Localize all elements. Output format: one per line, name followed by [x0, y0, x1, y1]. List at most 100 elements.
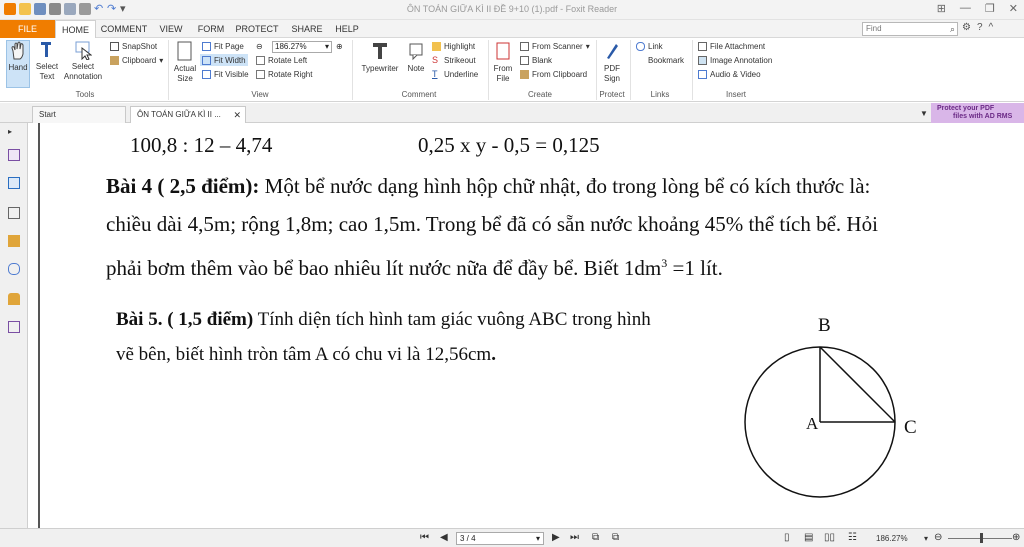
blank-button[interactable]: Blank [520, 54, 552, 66]
from-file-label-1: From [493, 64, 513, 73]
bookmark-label: Bookmark [648, 55, 685, 65]
label-b: B [818, 315, 831, 336]
zoom-select[interactable]: 186.27% ▾ [272, 41, 332, 53]
tab-view[interactable]: VIEW [155, 20, 187, 38]
tab-document[interactable]: ÔN TOÁN GIỮA KÌ II ... ✕ [130, 106, 246, 123]
zoom-slider-thumb[interactable] [980, 533, 983, 543]
tab-start[interactable]: Start [32, 106, 126, 123]
underline-button[interactable]: T Underline [432, 68, 478, 80]
layers-panel-icon[interactable] [8, 207, 20, 219]
tab-form[interactable]: FORM [195, 20, 227, 38]
minimize-button[interactable]: — [960, 2, 971, 15]
page-number-input[interactable]: 3 / 4 ▾ [456, 532, 544, 545]
fit-width-label: Fit Width [214, 55, 246, 65]
close-button[interactable]: ✕ [1009, 2, 1018, 15]
attachment-icon [698, 41, 707, 51]
hand-tool-button[interactable]: Hand [6, 40, 30, 88]
clipboard-icon [110, 55, 119, 65]
file-attachment-label: File Attachment [710, 41, 766, 51]
tab-share[interactable]: SHARE [288, 20, 326, 38]
segment-bc [819, 346, 896, 423]
tab-help[interactable]: HELP [332, 20, 362, 38]
search-icon[interactable]: ⌕ [950, 23, 955, 35]
strikeout-button[interactable]: S Strikeout [432, 54, 476, 66]
next-view-icon[interactable]: ⧉ [612, 532, 619, 543]
audio-video-button[interactable]: Audio & Video [698, 68, 761, 80]
highlight-label: Highlight [444, 41, 476, 51]
first-page-icon[interactable]: ⏮ [420, 532, 429, 543]
pdf-sign-button[interactable]: PDF Sign [598, 40, 626, 84]
tab-protect[interactable]: PROTECT [233, 20, 281, 38]
signature-panel-icon[interactable] [8, 321, 20, 333]
note-button[interactable]: Note [404, 40, 428, 74]
zoom-out-icon[interactable]: ⊖ [934, 532, 942, 543]
rotate-right-button[interactable]: Rotate Right [256, 68, 312, 80]
rotate-left-button[interactable]: Rotate Left [256, 54, 307, 66]
fit-page-button[interactable]: Fit Page [202, 40, 244, 52]
protect-banner[interactable]: Protect your PDF files with AD RMS [931, 103, 1024, 123]
previous-view-icon[interactable]: ⧉ [592, 532, 599, 543]
from-clipboard-button[interactable]: From Clipboard [520, 68, 587, 80]
snapshot-label: SnapShot [122, 41, 158, 51]
facing-page-icon[interactable]: ▯▯ [824, 532, 835, 543]
settings-icon[interactable]: ⚙ [962, 22, 971, 33]
note-label: Note [407, 64, 425, 73]
fit-width-button[interactable]: Fit Width [200, 54, 248, 66]
security-lock-icon[interactable] [8, 293, 20, 305]
zoom-out-icon[interactable]: ⊖ [256, 40, 263, 52]
maximize-button[interactable]: ❐ [985, 2, 995, 15]
help-icon[interactable]: ? [977, 22, 983, 33]
previous-page-icon[interactable]: ◀ [440, 532, 448, 543]
bai4-text-3b: =1 lít. [667, 256, 723, 280]
chevron-down-icon[interactable]: ▼ [920, 109, 928, 118]
ribbon-collapse-icon[interactable]: ^ [989, 22, 994, 33]
snapshot-button[interactable]: SnapShot [110, 40, 157, 52]
tab-comment[interactable]: COMMENT [100, 20, 148, 38]
next-page-icon[interactable]: ▶ [552, 532, 560, 543]
comments-panel-icon[interactable] [8, 235, 20, 247]
tab-file[interactable]: FILE [0, 20, 55, 38]
navigation-panel: ▸ [0, 123, 28, 528]
continuous-facing-icon[interactable]: ☷ [848, 532, 857, 543]
typewriter-label: Typewriter [361, 64, 399, 73]
chevron-down-icon[interactable]: ▾ [924, 534, 928, 543]
select-text-label-1: Select [35, 62, 59, 71]
single-page-icon[interactable]: ▯ [784, 532, 790, 543]
from-file-button[interactable]: From File [490, 40, 516, 84]
zoom-in-icon[interactable]: ⊕ [336, 40, 343, 52]
actual-size-button[interactable]: Actual Size [172, 40, 198, 84]
last-page-icon[interactable]: ⏭ [570, 532, 579, 543]
select-annotation-button[interactable]: Select Annotation [62, 40, 104, 82]
expand-panel-icon[interactable]: ▸ [8, 127, 20, 139]
link-button[interactable]: Link [636, 40, 663, 52]
find-input[interactable]: Find ⌕ [862, 22, 958, 36]
bookmark-panel-icon[interactable] [8, 149, 20, 161]
select-text-button[interactable]: Select Text [34, 40, 60, 82]
file-attachment-button[interactable]: File Attachment [698, 40, 765, 52]
group-label-view: View [251, 90, 269, 99]
continuous-page-icon[interactable]: ▤ [804, 532, 813, 543]
pages-panel-icon[interactable] [8, 177, 20, 189]
link-label: Link [648, 41, 663, 51]
close-tab-icon[interactable]: ✕ [233, 107, 241, 123]
fit-width-icon [202, 55, 211, 65]
bai5-line-2: vẽ bên, biết hình tròn tâm A có chu vi l… [116, 343, 496, 367]
bai4-text-3a: phải bơm thêm vào bể bao nhiêu lít nước … [106, 256, 662, 280]
window-title: ÔN TOÁN GIỮA KÌ II ĐỀ 9+10 (1).pdf - Fox… [406, 4, 618, 14]
from-scanner-button[interactable]: From Scanner ▾ [520, 40, 590, 52]
bai4-title: Bài 4 ( 2,5 điểm): [106, 174, 260, 198]
restore-ribbon-icon[interactable]: ⊞ [937, 2, 946, 15]
highlight-button[interactable]: Highlight [432, 40, 475, 52]
tab-home[interactable]: HOME [55, 20, 96, 39]
hand-icon [11, 41, 24, 60]
rotate-right-label: Rotate Right [268, 69, 313, 79]
fit-visible-button[interactable]: Fit Visible [202, 68, 249, 80]
typewriter-button[interactable]: Typewriter [358, 40, 402, 74]
bai4-text-1: Một bể nước dạng hình hộp chữ nhật, đo t… [259, 174, 871, 198]
clipboard-button[interactable]: Clipboard ▾ [110, 54, 163, 66]
bai5-period: . [491, 344, 496, 365]
bookmark-button[interactable]: Bookmark [636, 54, 684, 66]
image-annotation-button[interactable]: Image Annotation [698, 54, 772, 66]
zoom-in-icon[interactable]: ⊕ [1012, 532, 1020, 543]
attachments-panel-icon[interactable] [8, 263, 20, 275]
